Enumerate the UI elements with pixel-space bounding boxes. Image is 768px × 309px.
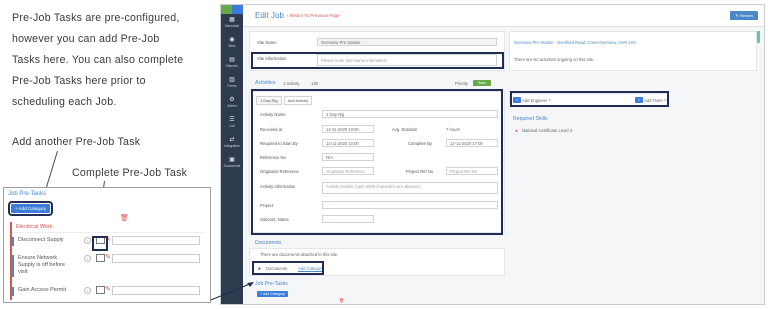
- task-label: Gain Access Permit: [18, 287, 66, 293]
- add-category-button[interactable]: + Add Category: [7, 201, 54, 216]
- review-button[interactable]: ✎ Review: [730, 11, 758, 20]
- task-row: Ensure Network Supply is off before visi…: [12, 253, 200, 277]
- sidebar-item-label: Reports: [226, 64, 238, 68]
- sidebar: ▦ Scheduler ◉ Sites ▤ Reports ▥ Forms ⚙ Admin…: [221, 14, 243, 304]
- admin-icon: ⚙: [229, 97, 235, 103]
- callout-add-task: Add another Pre-Job Task: [12, 136, 141, 148]
- complete-checkbox[interactable]: [96, 286, 105, 294]
- form-icon: ▥: [229, 77, 235, 83]
- info-icon[interactable]: i: [84, 237, 91, 244]
- gauge-icon: ◉: [229, 37, 235, 43]
- calendar-icon: ▦: [229, 17, 235, 23]
- activities-heading: Activities: [255, 80, 276, 86]
- sidebar-item-label: Documents: [223, 164, 241, 168]
- intro-line: however you can add Pre-Job: [12, 33, 160, 45]
- page-header: Edit Job ‹ Return To Previous Page ✎ Rev…: [243, 5, 764, 27]
- documents-highlight: [252, 261, 324, 275]
- required-skills-heading: Required Skills: [513, 116, 548, 122]
- intro-line: Pre-Job Tasks are pre-configured,: [12, 12, 180, 24]
- info-icon[interactable]: i: [84, 255, 91, 262]
- app-menu-tab[interactable]: [232, 5, 243, 14]
- site-name-label: Site Name: [257, 40, 277, 45]
- sidebar-item-admin[interactable]: ⚙ Admin: [221, 94, 243, 114]
- sidebar-item-label: Sites: [228, 44, 236, 48]
- activity-form-highlight: [251, 89, 503, 235]
- sidebar-item-reports[interactable]: ▤ Reports: [221, 54, 243, 74]
- trash-icon[interactable]: 🗑: [339, 298, 344, 304]
- task-label: Disconnect Supply: [18, 237, 64, 243]
- assign-highlight: [510, 91, 669, 107]
- list-icon: ☰: [229, 117, 235, 123]
- complete-task-highlight: [92, 236, 108, 251]
- intro-line: Tasks here. You can also complete: [12, 54, 184, 66]
- sidebar-item-scheduler[interactable]: ▦ Scheduler: [221, 14, 243, 34]
- site-address: Overview Pre Station - Overfield Road, G…: [514, 40, 636, 45]
- sidebar-item-label: Integration: [224, 144, 240, 148]
- skill-bullet-icon: ●: [515, 128, 518, 133]
- skill-item: National Certificate Level 3: [522, 128, 573, 133]
- site-address-card: Overview Pre Station - Overfield Road, G…: [509, 31, 757, 71]
- report-icon: ▤: [229, 57, 235, 63]
- documents-heading: Documents: [255, 240, 282, 246]
- prejob-heading: Job Pre-Tasks: [255, 281, 288, 287]
- site-info-highlight: [251, 52, 504, 69]
- sidebar-item-label: Admin: [227, 104, 237, 108]
- task-note-input[interactable]: [112, 236, 200, 245]
- prejob-zoom-panel: Job Pre-Tasks + Add Category 🗑 Electrica…: [3, 187, 211, 303]
- sidebar-item-label: Forms: [227, 84, 237, 88]
- intro-line: scheduling each Job.: [12, 96, 117, 108]
- document-icon: ▣: [229, 157, 235, 163]
- pen-icon[interactable]: ✎: [105, 285, 111, 293]
- documents-note: There are documents attached to this sit…: [260, 252, 339, 257]
- activities-note: There are No activities ongoing on this …: [514, 57, 595, 62]
- category-title: Electrical Work: [12, 222, 206, 233]
- task-label: Ensure Network Supply is off before visi…: [18, 255, 65, 275]
- app-window: ▦ Scheduler ◉ Sites ▤ Reports ▥ Forms ⚙ Admin…: [220, 4, 765, 305]
- trash-icon[interactable]: 🗑: [120, 214, 129, 222]
- intro-line: Pre-Job Tasks here prior to: [12, 75, 146, 87]
- integration-icon: ⇄: [229, 137, 235, 143]
- sidebar-item-label: Scheduler: [224, 24, 240, 28]
- sidebar-item-integration[interactable]: ⇄ Integration: [221, 134, 243, 154]
- task-note-input[interactable]: [112, 286, 200, 295]
- page-title: Edit Job: [255, 11, 284, 20]
- pen-icon[interactable]: ✎: [105, 253, 111, 261]
- activities-count: 130: [311, 81, 318, 86]
- task-note-input[interactable]: [112, 254, 200, 263]
- sidebar-item-documents[interactable]: ▣ Documents: [221, 154, 243, 174]
- save-button[interactable]: Save: [473, 80, 492, 86]
- intro-paragraph: Pre-Job Tasks are pre-configured, howeve…: [12, 8, 212, 113]
- site-name-field: Overview Pre Station: [317, 38, 497, 46]
- prejob-add-category-button[interactable]: + Add Category: [257, 291, 288, 297]
- task-row: Gain Access Permit i ✎: [12, 285, 200, 296]
- activities-meta: 1 activity: [283, 81, 300, 86]
- sidebar-item-label: List: [229, 124, 235, 128]
- sidebar-item-list[interactable]: ☰ List: [221, 114, 243, 134]
- sidebar-item-forms[interactable]: ▥ Forms: [221, 74, 243, 94]
- info-icon[interactable]: i: [84, 287, 91, 294]
- callout-complete-task: Complete Pre-Job Task: [72, 167, 188, 179]
- complete-checkbox[interactable]: [96, 254, 105, 262]
- prejob-zoom-header: Job Pre-Tasks: [8, 191, 47, 197]
- priority-label: Priority: [455, 81, 469, 86]
- sidebar-item-sites[interactable]: ◉ Sites: [221, 34, 243, 54]
- return-link[interactable]: ‹ Return To Previous Page: [287, 13, 340, 18]
